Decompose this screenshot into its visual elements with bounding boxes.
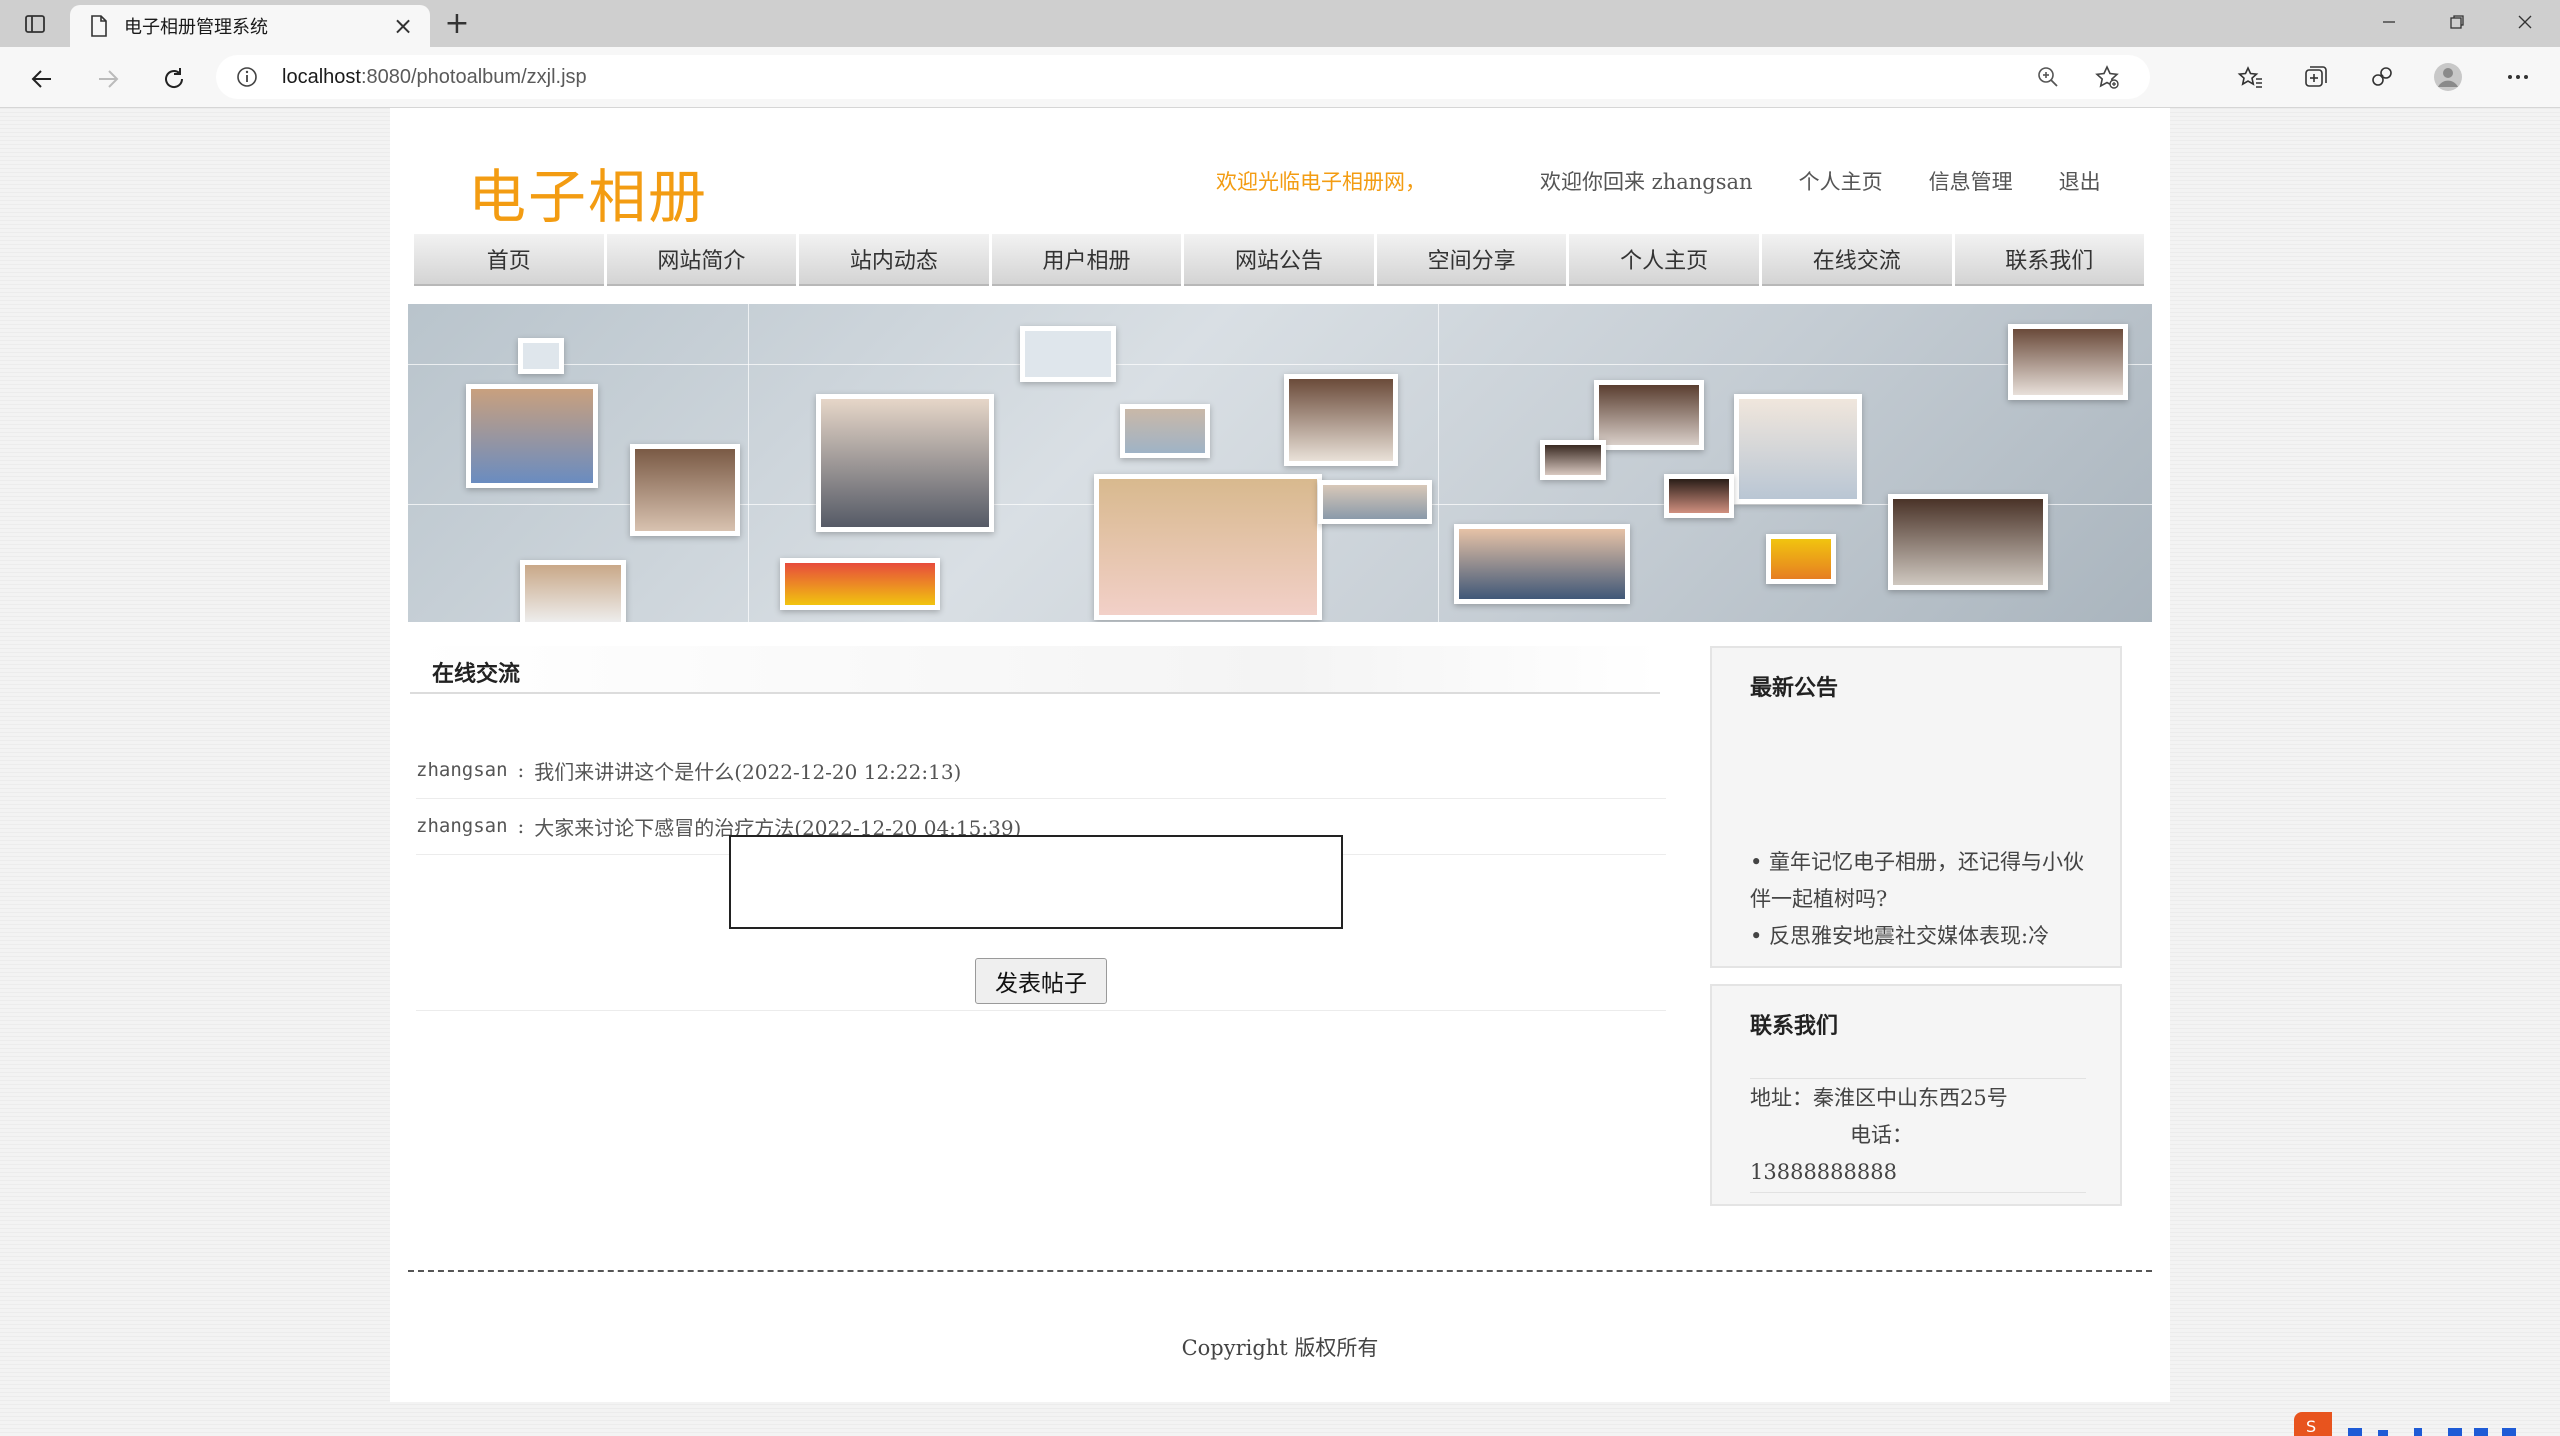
notice-item[interactable]: • 童年记忆电子相册，还记得与小伙伴一起植树吗? [1750,844,2090,918]
notice-list: • 童年记忆电子相册，还记得与小伙伴一起植树吗? • 反思雅安地震社交媒体表现:… [1750,844,2090,960]
url-text: localhost:8080/photoalbum/zxjl.jsp [282,66,587,88]
input-method-icon[interactable]: S [2290,1410,2338,1436]
page-container: 电子相册 欢迎光临电子相册网， 欢迎你回来 zhangsan 个人主页 信息管理… [390,108,2170,1402]
banner-photo [2008,324,2128,400]
banner-photo [1284,374,1398,466]
post-content-textarea[interactable] [729,835,1343,929]
page-viewport: 电子相册 欢迎光临电子相册网， 欢迎你回来 zhangsan 个人主页 信息管理… [0,108,2560,1436]
divider [1750,1078,2086,1079]
banner-image [408,304,2152,622]
refresh-icon[interactable] [154,59,194,99]
post-user[interactable]: zhangsan [416,759,508,781]
site-info-icon[interactable] [236,66,258,88]
notice-panel: 最新公告 • 童年记忆电子相册，还记得与小伙伴一起植树吗? • 反思雅安地震社交… [1710,646,2122,968]
post-separator: : [517,758,525,782]
profile-avatar-icon[interactable] [2428,57,2468,97]
link-personal-home[interactable]: 个人主页 [1799,166,1883,196]
site-logo[interactable]: 电子相册 [468,150,708,234]
notice-title: 最新公告 [1750,675,1839,701]
url-bar[interactable]: localhost:8080/photoalbum/zxjl.jsp [216,55,2150,99]
divider [1750,1192,2086,1193]
nav-home[interactable]: 首页 [414,234,604,286]
contact-phone: 13888888888 [1750,1160,1897,1184]
collections-icon[interactable] [2296,57,2336,97]
nav-share[interactable]: 空间分享 [1376,234,1567,286]
banner-photo [1454,524,1630,604]
tray-icons [2348,1428,2516,1436]
section-header: 在线交流 [410,646,1660,694]
add-favorite-icon[interactable] [2094,64,2120,90]
forward-icon[interactable] [88,59,128,99]
close-window-icon[interactable] [2492,0,2558,44]
banner-photo [1318,480,1432,524]
banner-photo [1020,326,1116,382]
welcome-marquee: 欢迎光临电子相册网， [1216,170,1426,194]
svg-text:S: S [2306,1417,2316,1436]
back-icon[interactable] [22,59,62,99]
page-icon [91,15,107,37]
nav-albums[interactable]: 用户相册 [991,234,1182,286]
browser-tab-bar: 电子相册管理系统 × + [0,0,2560,47]
post-item: zhangsan : 我们来讲讲这个是什么(2022-12-20 12:22:1… [416,742,1666,799]
minimize-icon[interactable] [2356,0,2422,44]
nav-chat[interactable]: 在线交流 [1761,234,1952,286]
banner-photo [1120,404,1210,458]
contact-phone-label: 电话： [1850,1123,1913,1147]
post-separator: : [517,814,525,838]
favorites-icon[interactable] [2230,57,2270,97]
footer-divider [408,1270,2152,1272]
banner-photo [1664,474,1734,518]
section-title: 在线交流 [432,661,521,687]
divider [416,1010,1666,1011]
post-text[interactable]: 我们来讲讲这个是什么(2022-12-20 12:22:13) [534,756,961,785]
banner-photo [1094,474,1322,620]
close-tab-icon[interactable]: × [390,12,416,40]
browser-address-bar: localhost:8080/photoalbum/zxjl.jsp [0,47,2560,108]
more-menu-icon[interactable] [2498,57,2538,97]
link-logout[interactable]: 退出 [2059,166,2101,196]
contact-address: 地址：秦淮区中山东西25号 [1750,1086,2008,1110]
banner-photo [630,444,740,536]
banner-photo [518,338,564,374]
nav-notices[interactable]: 网站公告 [1184,234,1374,286]
main-nav: 首页 网站简介 站内动态 用户相册 网站公告 空间分享 个人主页 在线交流 联系… [414,234,2145,286]
nav-personal[interactable]: 个人主页 [1569,234,1759,286]
banner-photo [816,394,994,532]
contact-title: 联系我们 [1750,1013,1839,1039]
contact-panel: 联系我们 地址：秦淮区中山东西25号 电话： 13888888888 [1710,984,2122,1206]
notice-item[interactable]: • 反思雅安地震社交媒体表现:冷 [1750,918,2090,955]
banner-photo [1594,380,1704,450]
nav-about[interactable]: 网站简介 [606,234,797,286]
tab-title: 电子相册管理系统 [124,17,268,37]
banner-photo [1888,494,2048,590]
nav-contact[interactable]: 联系我们 [1954,234,2145,286]
new-tab-icon[interactable]: + [440,6,474,41]
copyright-text: Copyright 版权所有 [1181,1336,1379,1360]
zoom-icon[interactable] [2036,65,2060,89]
header-links: 欢迎你回来 zhangsan 个人主页 信息管理 退出 [1540,166,2147,196]
submit-post-button[interactable]: 发表帖子 [975,958,1107,1004]
tab-actions-icon[interactable] [20,10,50,38]
extensions-icon[interactable] [2362,57,2402,97]
post-user[interactable]: zhangsan [416,815,508,837]
browser-tab-active[interactable]: 电子相册管理系统 × [70,5,430,47]
restore-icon[interactable] [2424,0,2490,44]
banner-photo [780,558,940,610]
banner-photo [466,384,598,488]
banner-photo [1540,440,1606,480]
system-tray: S [2290,1410,2560,1436]
link-info-manage[interactable]: 信息管理 [1929,166,2013,196]
banner-photo [1734,394,1862,504]
banner-photo [520,560,626,622]
banner-photo [1766,534,1836,584]
nav-news[interactable]: 站内动态 [799,234,989,286]
user-greeting: 欢迎你回来 zhangsan [1540,170,1753,194]
